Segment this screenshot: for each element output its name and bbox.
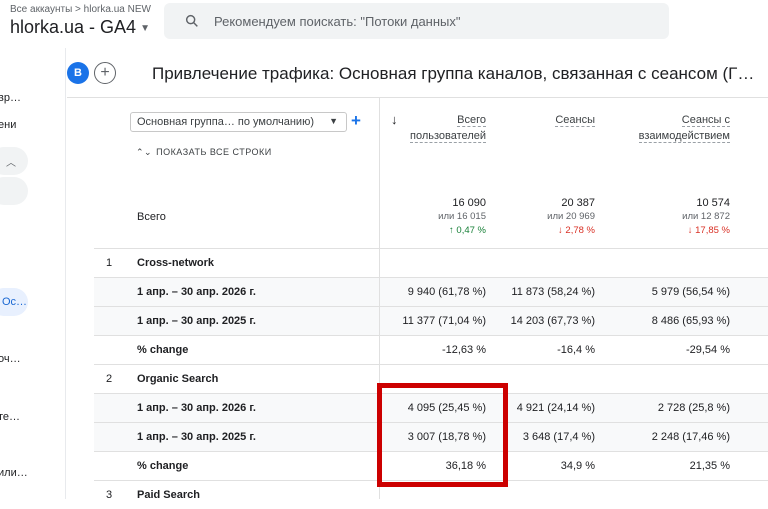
total-label: Всего [137, 211, 166, 223]
column-header-users[interactable]: Всего пользователей [392, 112, 486, 144]
show-all-label: ПОКАЗАТЬ ВСЕ СТРОКИ [156, 147, 272, 157]
table-row[interactable]: 1 Cross-network [94, 248, 768, 277]
total-compare: или 12 872 [682, 211, 730, 222]
divider [67, 97, 768, 98]
metric-cell: 9 940 (61,78 %) [407, 286, 486, 298]
total-compare: или 20 969 [547, 211, 595, 222]
total-value: 16 090 [452, 197, 486, 209]
column-header-sessions-line1: Сеансы [555, 114, 595, 127]
total-engaged-sessions: 10 574 или 12 872 ↓ 17,85 % [620, 196, 730, 238]
search-placeholder: Рекомендуем поискать: "Потоки данных" [214, 14, 461, 29]
sidebar-item-1[interactable]: вр… [0, 92, 21, 104]
table-row[interactable]: 1 апр. – 30 апр. 2026 г. 9 940 (61,78 %) 1… [94, 277, 768, 306]
dimension-select[interactable]: Основная группа… по умолчанию) ▼ [130, 112, 347, 132]
column-header-users-line2: пользователей [410, 130, 486, 143]
total-change: ↑ 0,47 % [449, 225, 486, 236]
total-sessions: 20 387 или 20 969 ↓ 2,78 % [500, 196, 595, 238]
row-label: Cross-network [137, 257, 215, 269]
metric-cell: 2 248 (17,46 %) [651, 431, 730, 443]
row-label: % change [137, 460, 189, 472]
left-sidebar: вр… ени ︿ Ос… оч… те… или… [0, 48, 66, 499]
dimension-select-value: Основная группа… по умолчанию) [137, 116, 314, 128]
sidebar-item-active[interactable]: Ос… [0, 288, 28, 316]
row-label: Organic Search [137, 373, 219, 385]
add-dimension-button[interactable]: + [351, 111, 361, 131]
column-header-engaged-line1: Сеансы с [681, 114, 730, 127]
row-label: 1 апр. – 30 апр. 2025 г. [137, 431, 256, 443]
search-box[interactable]: Рекомендуем поискать: "Потоки данных" [164, 3, 669, 39]
sidebar-item-2[interactable]: ени [0, 119, 16, 131]
expand-icon: ⌃⌄ [136, 147, 153, 157]
breadcrumb[interactable]: Все аккаунты > hlorka.ua NEW [10, 4, 151, 15]
table-row[interactable]: 1 апр. – 30 апр. 2025 г. 11 377 (71,04 %)… [94, 306, 768, 335]
property-selector[interactable]: hlorka.ua - GA4 ▼ [10, 17, 150, 38]
sidebar-item-5[interactable]: те… [0, 411, 20, 423]
dropdown-arrow-icon: ▼ [329, 116, 338, 126]
column-header-users-line1: Всего [457, 114, 486, 127]
search-icon [185, 14, 198, 27]
avatar[interactable]: B [67, 62, 89, 84]
metric-cell: 11 377 (71,04 %) [402, 315, 486, 327]
table-row[interactable]: % change -12,63 % -16,4 % -29,54 % [94, 335, 768, 364]
metric-cell: 5 979 (56,54 %) [651, 286, 730, 298]
row-label: 1 апр. – 30 апр. 2026 г. [137, 402, 256, 414]
total-users: 16 090 или 16 015 ↑ 0,47 % [385, 196, 486, 238]
row-label: 1 апр. – 30 апр. 2026 г. [137, 286, 256, 298]
column-header-sessions[interactable]: Сеансы [505, 112, 595, 128]
metric-cell: 8 486 (65,93 %) [651, 315, 730, 327]
total-change: ↓ 17,85 % [687, 225, 730, 236]
row-label: 1 апр. – 30 апр. 2025 г. [137, 315, 256, 327]
chevron-up-icon[interactable]: ︿ [6, 154, 16, 169]
metric-cell: 2 728 (25,8 %) [657, 402, 730, 414]
column-header-engaged-line2: взаимодействием [638, 130, 730, 143]
metric-cell: 14 203 (67,73 %) [510, 315, 595, 327]
sidebar-item-6[interactable]: или… [0, 467, 28, 479]
row-number: 3 [106, 489, 113, 501]
property-name: hlorka.ua - GA4 [10, 17, 137, 37]
metric-cell: 21,35 % [689, 460, 730, 472]
metric-cell: -16,4 % [557, 344, 595, 356]
row-label: Paid Search [137, 489, 200, 501]
row-number: 1 [106, 257, 113, 269]
total-compare: или 16 015 [438, 211, 486, 222]
top-bar: Все аккаунты > hlorka.ua NEW hlorka.ua -… [0, 0, 768, 48]
total-value: 10 574 [696, 197, 730, 209]
sidebar-item-active-label: Ос… [2, 296, 28, 308]
total-value: 20 387 [561, 197, 595, 209]
metric-cell: -29,54 % [685, 344, 730, 356]
total-change: ↓ 2,78 % [558, 225, 595, 236]
metric-cell: 11 873 (58,24 %) [511, 286, 595, 298]
highlight-box [377, 383, 508, 487]
column-header-engaged-sessions[interactable]: Сеансы с взаимодействием [610, 112, 730, 144]
metric-cell: -12,63 % [441, 344, 486, 356]
sidebar-pill[interactable] [0, 177, 28, 205]
sidebar-item-4[interactable]: оч… [0, 353, 21, 365]
page-title: Привлечение трафика: Основная группа кан… [152, 64, 755, 83]
show-all-rows-toggle[interactable]: ⌃⌄ ПОКАЗАТЬ ВСЕ СТРОКИ [136, 147, 272, 158]
row-label: % change [137, 344, 189, 356]
add-comparison-button[interactable]: + [94, 62, 116, 84]
row-number: 2 [106, 373, 113, 385]
chevron-down-icon: ▼ [140, 22, 150, 34]
